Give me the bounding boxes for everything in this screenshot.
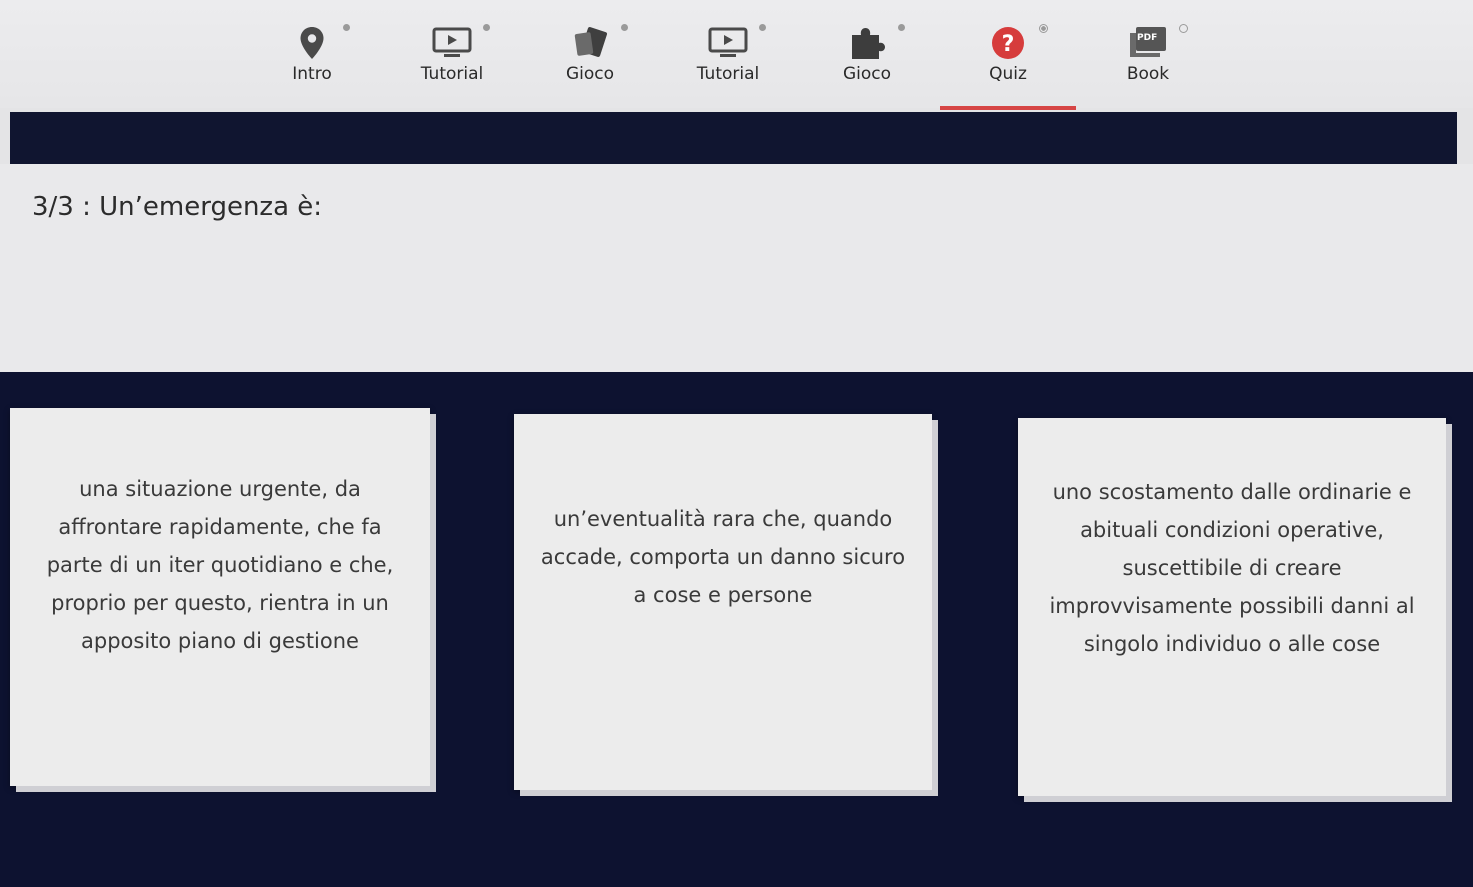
- pdf-icon: [1128, 24, 1168, 62]
- answer-text: un’eventualità rara che, quando accade, …: [540, 507, 906, 607]
- video-icon: [708, 24, 748, 62]
- svg-text:?: ?: [1002, 32, 1015, 57]
- completed-dot: [621, 24, 628, 31]
- completed-dot: [343, 24, 350, 31]
- completed-dot: [759, 24, 766, 31]
- nav-item-label: Intro: [292, 64, 332, 84]
- completed-dot: [898, 24, 905, 31]
- header-band: [10, 112, 1457, 164]
- question-icon: ?: [988, 24, 1028, 62]
- map-pin-icon: [292, 24, 332, 62]
- cards-icon: [570, 24, 610, 62]
- answer-text: una situazione urgente, da affrontare ra…: [46, 477, 394, 653]
- nav-item-gioco-2[interactable]: Gioco: [797, 18, 937, 108]
- answer-card-2[interactable]: un’eventualità rara che, quando accade, …: [514, 414, 932, 790]
- answer-text: uno scostamento dalle ordinarie e abitua…: [1049, 480, 1415, 656]
- answers-area: una situazione urgente, da affrontare ra…: [0, 372, 1473, 887]
- nav-item-book[interactable]: PDF Book: [1078, 18, 1218, 108]
- progress-dot: [1039, 24, 1048, 33]
- pending-dot: [1179, 24, 1188, 33]
- question-text: 3/3 : Un’emergenza è:: [32, 192, 323, 222]
- puzzle-icon: [847, 24, 887, 62]
- nav-item-label: Gioco: [842, 64, 892, 84]
- nav-item-label: Book: [1126, 64, 1170, 84]
- nav-item-intro[interactable]: Intro: [242, 18, 382, 108]
- completed-dot: [483, 24, 490, 31]
- answer-card-1[interactable]: una situazione urgente, da affrontare ra…: [10, 408, 430, 786]
- nav-item-label: Gioco: [565, 64, 615, 84]
- answer-card-3[interactable]: uno scostamento dalle ordinarie e abitua…: [1018, 418, 1446, 796]
- top-navigation: Intro Tutorial Gioco Tutorial Gioco ? Qu…: [0, 0, 1473, 110]
- nav-item-gioco-1[interactable]: Gioco: [520, 18, 660, 108]
- nav-item-label: Tutorial: [420, 64, 484, 84]
- nav-item-tutorial-2[interactable]: Tutorial: [658, 18, 798, 108]
- nav-item-tutorial-1[interactable]: Tutorial: [382, 18, 522, 108]
- nav-item-label: Tutorial: [696, 64, 760, 84]
- nav-item-quiz[interactable]: ? Quiz: [938, 18, 1078, 110]
- question-panel: 3/3 : Un’emergenza è:: [0, 164, 1473, 372]
- video-icon: [432, 24, 472, 62]
- nav-item-label: Quiz: [989, 64, 1027, 84]
